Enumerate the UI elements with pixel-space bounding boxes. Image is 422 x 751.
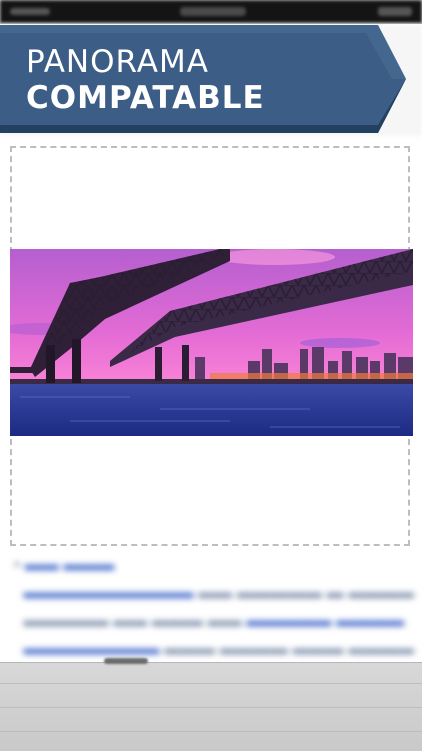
bottom-toolbar [0, 658, 422, 751]
toolbar-divider [0, 731, 422, 732]
status-bar [0, 0, 422, 24]
status-time [180, 7, 246, 16]
toolbar-divider [0, 707, 422, 708]
panorama-image[interactable] [10, 249, 413, 436]
banner-title-line2: COMPATABLE [26, 80, 265, 116]
toolbar-handle [104, 658, 148, 664]
toolbar-divider [0, 683, 422, 684]
banner-title: PANORAMA COMPATABLE [26, 44, 265, 116]
blurred-body-text: • ▬▬ ▬▬▬ ▬▬▬▬▬▬▬▬▬▬ ▬▬ ▬▬▬▬▬ ▬ ▬▬▬▬ ▬▬▬▬… [14, 555, 414, 658]
signal-icon [10, 8, 50, 15]
battery-icon [378, 7, 412, 16]
banner-title-line1: PANORAMA [26, 44, 209, 80]
